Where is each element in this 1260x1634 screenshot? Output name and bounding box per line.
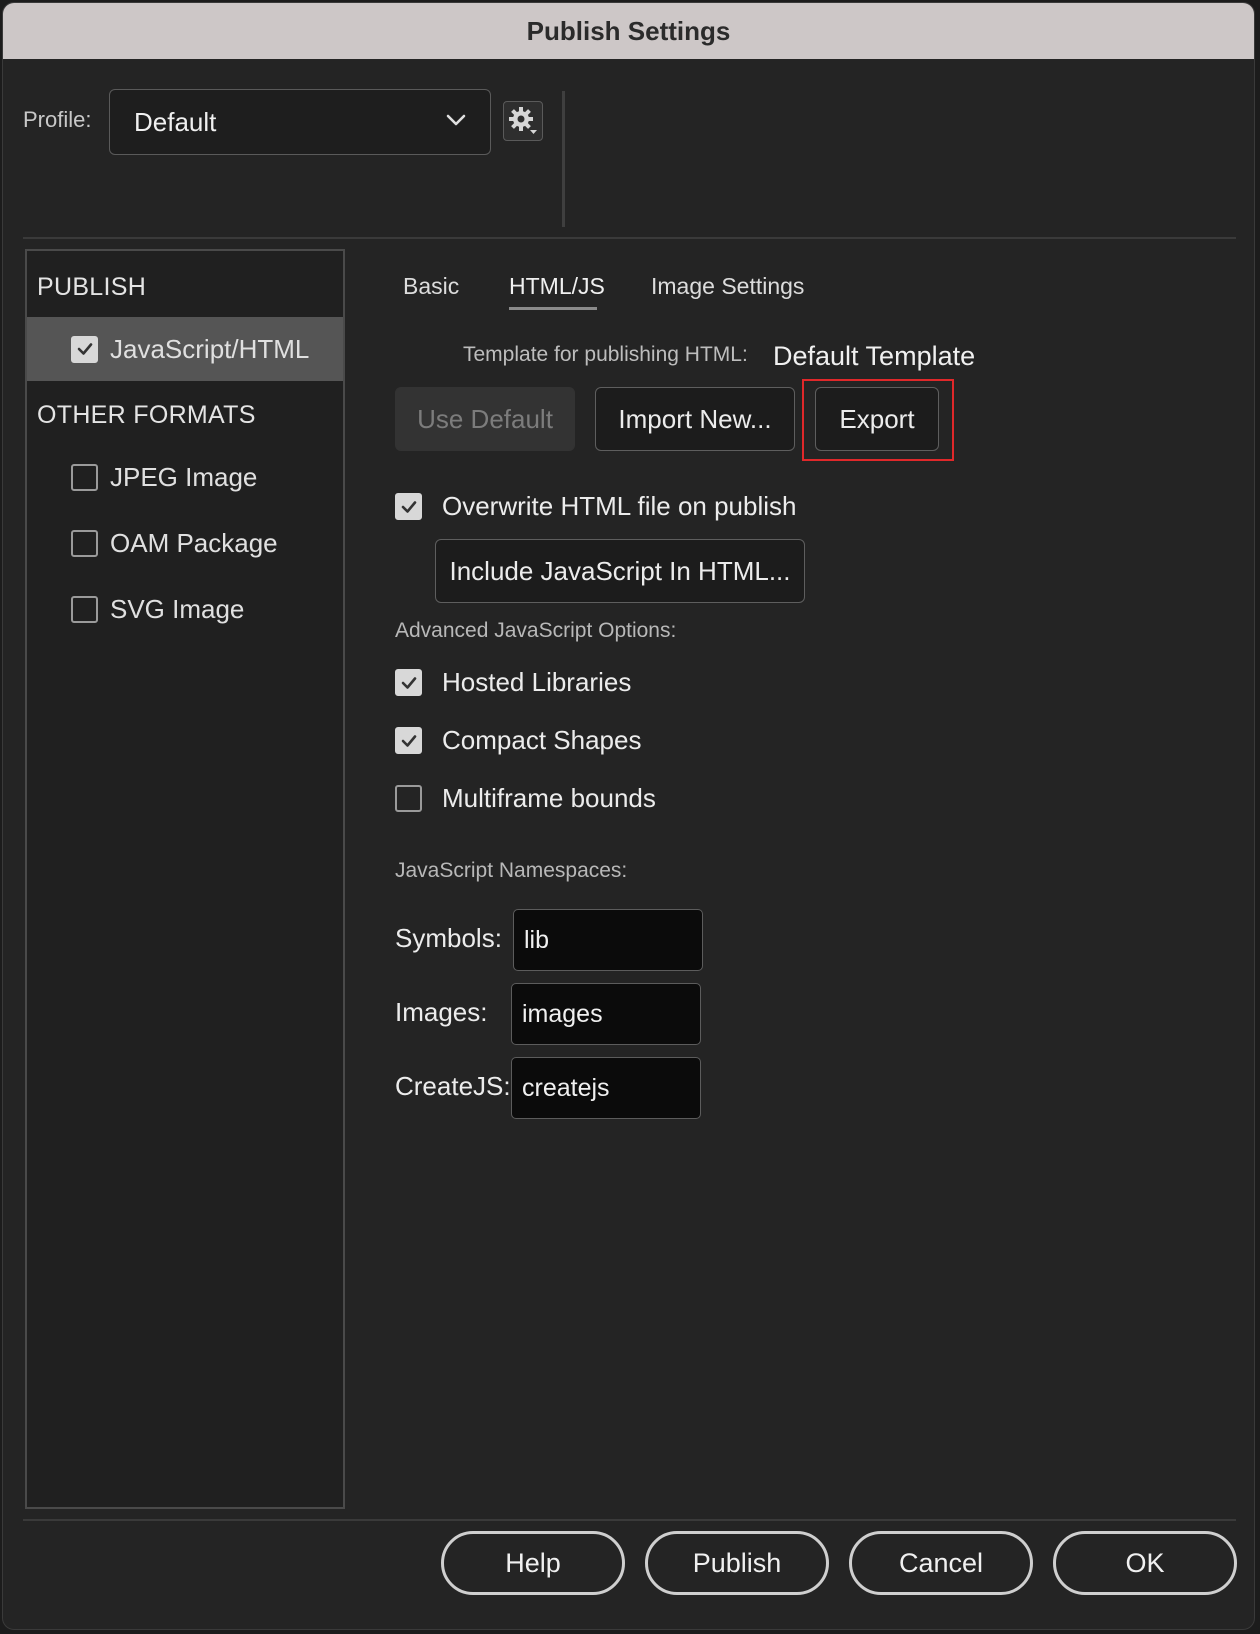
multiframe-bounds-option[interactable]: Multiframe bounds — [395, 783, 656, 814]
profile-label: Profile: — [23, 107, 92, 132]
profile-value: Default — [134, 106, 217, 137]
profile-dropdown[interactable]: Default — [109, 89, 491, 155]
javascript-html-checkbox[interactable] — [71, 335, 98, 363]
namespaces-heading: JavaScript Namespaces: — [395, 859, 628, 882]
symbols-namespace-input[interactable] — [513, 909, 703, 971]
active-tab-indicator — [509, 307, 597, 310]
export-highlight-box — [802, 379, 954, 461]
sidebar-item-jpeg-image[interactable]: JPEG Image — [27, 445, 343, 509]
svg-image-checkbox[interactable] — [71, 595, 98, 623]
profile-options-button[interactable] — [503, 101, 543, 141]
sidebar-item-label: SVG Image — [110, 593, 245, 624]
publish-button[interactable]: Publish — [645, 1531, 829, 1595]
sidebar-item-label: JPEG Image — [110, 461, 258, 492]
jpeg-image-checkbox[interactable] — [71, 463, 98, 491]
publish-heading: PUBLISH — [37, 273, 147, 301]
sidebar-item-oam-package[interactable]: OAM Package — [27, 511, 343, 575]
overwrite-html-option[interactable]: Overwrite HTML file on publish — [395, 491, 797, 522]
hosted-libraries-option[interactable]: Hosted Libraries — [395, 667, 631, 698]
include-javascript-button[interactable]: Include JavaScript In HTML... — [435, 539, 805, 603]
footer-divider — [23, 1519, 1236, 1521]
createjs-label: CreateJS: — [395, 1071, 511, 1101]
sidebar-item-label: JavaScript/HTML — [110, 333, 310, 364]
tab-image-settings[interactable]: Image Settings — [651, 273, 804, 300]
oam-package-checkbox[interactable] — [71, 529, 98, 557]
multiframe-bounds-label: Multiframe bounds — [442, 783, 656, 813]
other-formats-heading: OTHER FORMATS — [37, 401, 256, 429]
images-namespace-input[interactable] — [511, 983, 701, 1045]
publish-settings-dialog: Publish Settings Profile: Default PUBLIS… — [2, 2, 1255, 1630]
overwrite-html-label: Overwrite HTML file on publish — [442, 491, 797, 521]
title-bar[interactable]: Publish Settings — [3, 3, 1254, 59]
import-new-button[interactable]: Import New... — [595, 387, 795, 451]
vertical-divider — [562, 91, 565, 227]
compact-shapes-label: Compact Shapes — [442, 725, 642, 755]
cancel-button[interactable]: Cancel — [849, 1531, 1033, 1595]
images-label: Images: — [395, 997, 488, 1027]
check-icon — [77, 343, 92, 355]
check-icon — [401, 676, 416, 689]
overwrite-html-checkbox[interactable] — [395, 493, 422, 520]
gear-icon — [509, 107, 537, 134]
check-icon — [401, 734, 416, 747]
multiframe-bounds-checkbox[interactable] — [395, 785, 422, 812]
hosted-libraries-checkbox[interactable] — [395, 669, 422, 696]
window-title: Publish Settings — [526, 15, 731, 46]
tab-basic[interactable]: Basic — [403, 273, 459, 300]
format-sidebar: PUBLISH JavaScript/HTML OTHER FORMATS JP… — [25, 249, 345, 1509]
symbols-label: Symbols: — [395, 923, 502, 953]
chevron-down-icon — [446, 114, 466, 126]
template-value: Default Template — [773, 341, 976, 371]
compact-shapes-checkbox[interactable] — [395, 727, 422, 754]
advanced-options-heading: Advanced JavaScript Options: — [395, 619, 677, 642]
use-default-button[interactable]: Use Default — [395, 387, 575, 451]
tab-html-js[interactable]: HTML/JS — [509, 273, 605, 300]
sidebar-item-svg-image[interactable]: SVG Image — [27, 577, 343, 641]
ok-button[interactable]: OK — [1053, 1531, 1237, 1595]
template-label: Template for publishing HTML: — [463, 343, 748, 366]
help-button[interactable]: Help — [441, 1531, 625, 1595]
hosted-libraries-label: Hosted Libraries — [442, 667, 632, 697]
createjs-namespace-input[interactable] — [511, 1057, 701, 1119]
header-divider — [23, 237, 1236, 239]
check-icon — [401, 500, 416, 513]
sidebar-item-javascript-html[interactable]: JavaScript/HTML — [27, 317, 343, 381]
compact-shapes-option[interactable]: Compact Shapes — [395, 725, 641, 756]
sidebar-item-label: OAM Package — [110, 527, 278, 558]
